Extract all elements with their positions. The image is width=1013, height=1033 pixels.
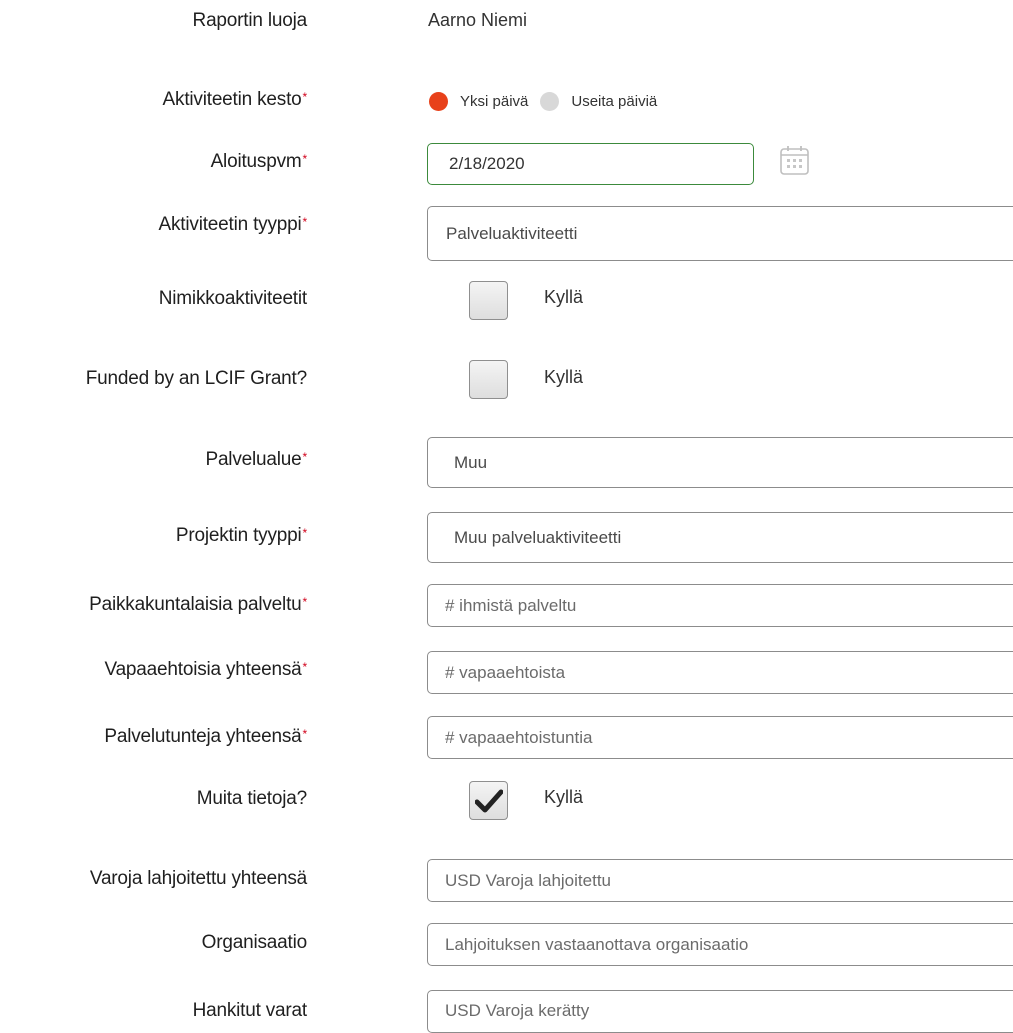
funds-donated-input[interactable] — [445, 870, 1013, 891]
required-mark: * — [302, 660, 308, 674]
row-start-date: Aloituspvm* — [0, 143, 1013, 187]
row-people-served: Paikkakuntalaisia palveltu* — [0, 584, 1013, 628]
row-funds-donated: Varoja lahjoitettu yhteensä — [0, 859, 1013, 903]
row-report-creator: Raportin luoja Aarno Niemi — [0, 8, 1013, 38]
row-organization: Organisaatio — [0, 923, 1013, 967]
required-mark: * — [302, 727, 308, 741]
row-activity-type: Aktiviteetin tyyppi* Palveluaktiviteetti — [0, 206, 1013, 262]
row-activity-duration: Aktiviteetin kesto* Yksi päivä Useita pä… — [0, 86, 1013, 116]
organization-field[interactable] — [427, 923, 1013, 966]
funds-raised-input[interactable] — [445, 1001, 1013, 1021]
more-info-checkbox-label[interactable]: Kyllä — [544, 787, 583, 808]
total-volunteers-label-text: Vapaaehtoisia yhteensä — [104, 659, 302, 680]
total-volunteers-label: Vapaaehtoisia yhteensä* — [105, 659, 308, 681]
service-area-select[interactable]: Muu — [427, 437, 1013, 488]
activity-type-label: Aktiviteetin tyyppi* — [158, 214, 308, 236]
project-type-label-text: Projektin tyyppi — [175, 525, 302, 546]
signature-activities-checkbox[interactable] — [469, 281, 508, 320]
start-date-input[interactable] — [447, 153, 753, 175]
total-service-hours-input[interactable] — [445, 727, 1013, 748]
required-mark: * — [302, 526, 308, 540]
row-more-info: Muita tietoja? Kyllä — [0, 778, 1013, 822]
radio-multiple-days[interactable] — [540, 92, 560, 111]
more-info-checkbox[interactable] — [469, 781, 508, 820]
radio-single-day[interactable] — [429, 92, 448, 111]
total-service-hours-label: Palvelutunteja yhteensä* — [104, 726, 307, 748]
activity-duration-radio-group: Yksi päivä Useita päiviä — [429, 92, 669, 111]
radio-single-day-label[interactable]: Yksi päivä — [460, 93, 528, 110]
activity-type-value: Palveluaktiviteetti — [446, 223, 578, 243]
service-area-label-text: Palvelualue — [205, 449, 302, 470]
signature-activities-checkbox-label[interactable]: Kyllä — [544, 287, 583, 308]
funds-donated-label: Varoja lahjoitettu yhteensä — [89, 868, 307, 889]
checkmark-icon — [474, 789, 503, 812]
activity-type-select[interactable]: Palveluaktiviteetti — [427, 206, 1013, 261]
people-served-field[interactable] — [427, 584, 1013, 627]
report-creator-value: Aarno Niemi — [428, 10, 528, 30]
signature-activities-label: Nimikkoaktiviteetit — [158, 288, 307, 309]
activity-duration-label: Aktiviteetin kesto* — [162, 89, 308, 111]
row-service-area: Palvelualue* Muu — [0, 437, 1013, 489]
people-served-label: Paikkakuntalaisia palveltu* — [89, 594, 307, 616]
people-served-label-text: Paikkakuntalaisia palveltu — [89, 594, 302, 615]
total-service-hours-label-text: Palvelutunteja yhteensä — [104, 726, 302, 747]
organization-label: Organisaatio — [201, 932, 308, 953]
people-served-input[interactable] — [445, 595, 1013, 616]
organization-input[interactable] — [445, 934, 1013, 955]
required-mark: * — [302, 90, 308, 104]
lcif-grant-checkbox[interactable] — [469, 360, 508, 399]
start-date-field[interactable] — [427, 143, 754, 185]
start-date-label: Aloituspvm* — [210, 151, 308, 173]
funds-donated-field[interactable] — [427, 859, 1013, 902]
start-date-label-text: Aloituspvm — [210, 151, 302, 172]
required-mark: * — [302, 152, 308, 166]
calendar-icon[interactable] — [779, 145, 810, 176]
total-volunteers-input[interactable] — [445, 662, 1013, 683]
service-area-value: Muu — [454, 452, 488, 472]
required-mark: * — [302, 215, 308, 229]
row-total-volunteers: Vapaaehtoisia yhteensä* — [0, 651, 1013, 695]
row-project-type: Projektin tyyppi* Muu palveluaktiviteett… — [0, 512, 1013, 564]
funds-raised-label: Hankitut varat — [192, 1000, 308, 1021]
report-creator-label: Raportin luoja — [192, 10, 308, 31]
lcif-grant-checkbox-label[interactable]: Kyllä — [544, 367, 583, 388]
total-service-hours-field[interactable] — [427, 716, 1013, 759]
project-type-label: Projektin tyyppi* — [176, 525, 307, 547]
activity-type-label-text: Aktiviteetin tyyppi — [158, 214, 302, 235]
total-volunteers-field[interactable] — [427, 651, 1013, 694]
required-mark: * — [302, 450, 308, 464]
lcif-grant-label: Funded by an LCIF Grant? — [85, 368, 307, 389]
row-total-service-hours: Palvelutunteja yhteensä* — [0, 716, 1013, 760]
project-type-select[interactable]: Muu palveluaktiviteetti — [427, 512, 1013, 563]
service-area-label: Palvelualue* — [205, 449, 307, 471]
row-signature-activities: Nimikkoaktiviteetit Kyllä — [0, 279, 1013, 321]
radio-multiple-days-label[interactable]: Useita päiviä — [571, 93, 657, 110]
project-type-value: Muu palveluaktiviteetti — [454, 527, 622, 547]
row-funds-raised: Hankitut varat — [0, 990, 1013, 1033]
activity-duration-label-text: Aktiviteetin kesto — [162, 89, 302, 110]
required-mark: * — [302, 595, 308, 609]
more-info-label: Muita tietoja? — [196, 788, 307, 809]
row-lcif-grant: Funded by an LCIF Grant? Kyllä — [0, 358, 1013, 400]
